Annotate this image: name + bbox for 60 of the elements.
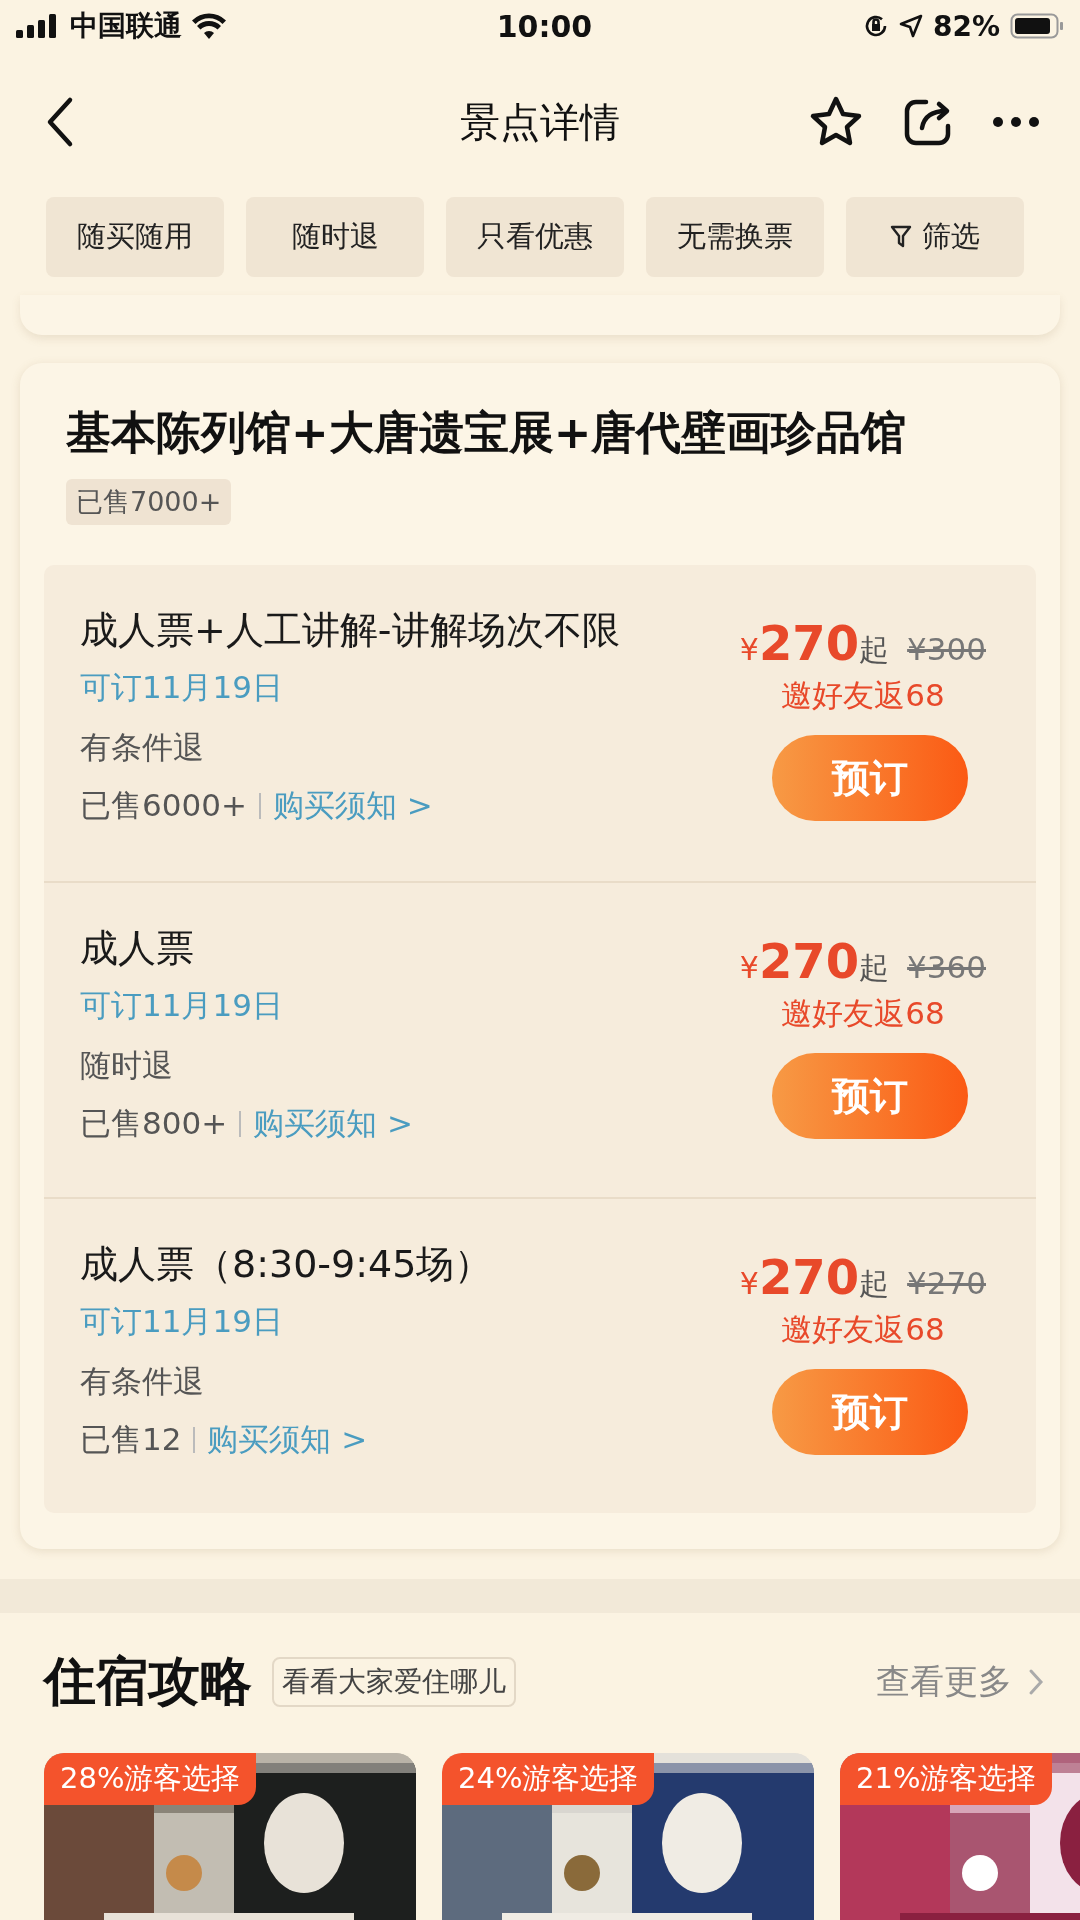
location-arrow-icon xyxy=(898,14,923,38)
currency-symbol: ¥ xyxy=(739,950,759,985)
package-title: 基本陈列馆+大唐遗宝展+唐代壁画珍品馆 xyxy=(66,405,907,461)
filter-icon xyxy=(890,225,912,249)
booking-date: 可订11月19日 xyxy=(80,668,284,707)
book-button[interactable]: 预订 xyxy=(771,1369,968,1455)
original-price: ¥360 xyxy=(907,949,986,985)
price: 270 xyxy=(758,1249,860,1305)
purchase-notice-link[interactable]: 购买须知 > xyxy=(253,1103,413,1145)
filter-chip[interactable]: 无需换票 xyxy=(646,197,824,277)
section-tag: 看看大家爱住哪儿 xyxy=(272,1657,516,1707)
status-time: 10:00 xyxy=(496,8,593,44)
carrier-name: 中国联通 xyxy=(70,8,182,44)
ticket-name: 成人票（8:30-9:45场） xyxy=(80,1241,493,1288)
booking-date: 可订11月19日 xyxy=(80,986,284,1025)
price: 270 xyxy=(758,933,860,989)
rebate-text: 邀好友返68 xyxy=(781,676,945,715)
refund-policy: 随时退 xyxy=(80,1046,174,1085)
filter-chip[interactable]: 随时退 xyxy=(246,197,424,277)
wifi-icon xyxy=(192,13,226,39)
purchase-notice-link[interactable]: 购买须知 > xyxy=(272,785,433,827)
book-button[interactable]: 预订 xyxy=(771,1053,968,1139)
choice-badge: 21%游客选择 xyxy=(840,1753,1053,1805)
price-suffix: 起 xyxy=(859,949,890,987)
sold-count: 已售6000+ xyxy=(80,786,247,825)
sold-badge: 已售7000+ xyxy=(66,479,232,525)
filter-chip[interactable]: 随买随用 xyxy=(46,197,224,277)
purchase-notice-link[interactable]: 购买须知 > xyxy=(207,1419,368,1461)
chevron-right-icon xyxy=(1028,1668,1044,1696)
more-icon[interactable] xyxy=(992,116,1040,128)
sold-count: 已售12 xyxy=(80,1420,182,1459)
filter-button[interactable]: 筛选 xyxy=(846,197,1024,277)
view-more-text: 查看更多 xyxy=(876,1660,1012,1703)
rebate-text: 邀好友返68 xyxy=(781,994,945,1033)
currency-symbol: ¥ xyxy=(739,1266,759,1301)
booking-date: 可订11月19日 xyxy=(80,1302,284,1341)
ticket-name: 成人票+人工讲解-讲解场次不限 xyxy=(80,607,620,654)
view-more-link[interactable]: 查看更多 xyxy=(876,1659,1044,1705)
hotel-card[interactable]: 21%游客选择 xyxy=(840,1753,1080,1920)
book-button[interactable]: 预订 xyxy=(771,735,968,821)
refund-policy: 有条件退 xyxy=(80,728,205,767)
price-suffix: 起 xyxy=(859,1265,890,1303)
hotel-card[interactable]: 24%游客选择 xyxy=(442,1753,814,1920)
choice-badge: 24%游客选择 xyxy=(442,1753,655,1805)
filter-chip[interactable]: 只看优惠 xyxy=(446,197,624,277)
ticket-name: 成人票 xyxy=(80,925,195,972)
original-price: ¥270 xyxy=(907,1265,986,1301)
price: 270 xyxy=(758,615,860,671)
price-suffix: 起 xyxy=(859,631,890,669)
choice-badge: 28%游客选择 xyxy=(44,1753,257,1805)
refund-policy: 有条件退 xyxy=(80,1362,205,1401)
original-price: ¥300 xyxy=(907,631,986,667)
rebate-text: 邀好友返68 xyxy=(781,1310,945,1349)
currency-symbol: ¥ xyxy=(739,632,759,667)
battery-percent: 82% xyxy=(932,9,1000,43)
hotel-card[interactable]: 28%游客选择 xyxy=(44,1753,416,1920)
page-title: 景点详情 xyxy=(460,97,620,147)
section-title: 住宿攻略 xyxy=(44,1650,252,1713)
battery-icon xyxy=(1010,13,1064,39)
sold-count: 已售800+ xyxy=(80,1104,228,1143)
